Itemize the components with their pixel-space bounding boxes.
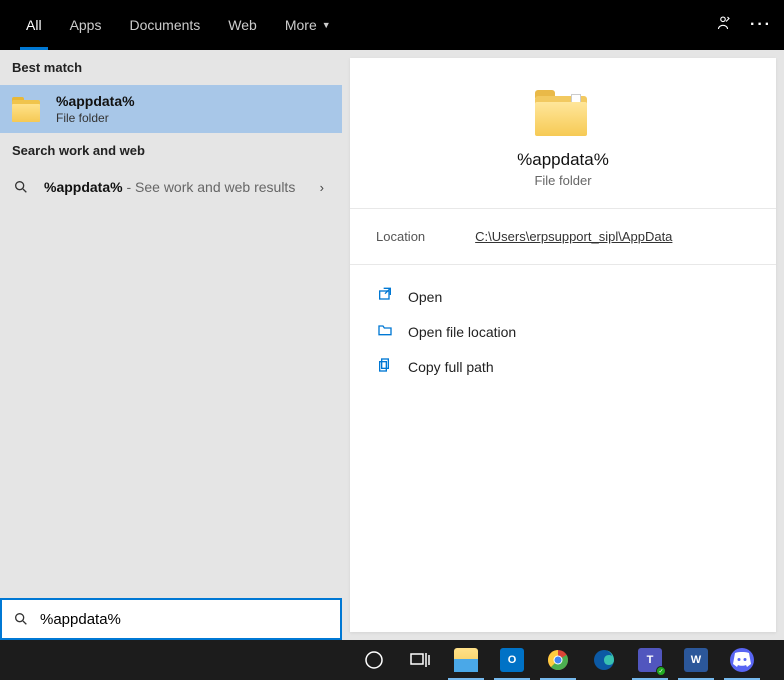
taskbar-word[interactable]: W [674, 640, 718, 680]
folder-icon-large [535, 88, 591, 136]
main-content: Best match %appdata% File folder Search … [0, 50, 784, 640]
best-match-result[interactable]: %appdata% File folder [0, 85, 342, 133]
result-subtitle: File folder [56, 111, 135, 125]
taskbar-discord[interactable] [720, 640, 764, 680]
taskbar: O T ✓ W [0, 640, 784, 680]
location-label: Location [376, 229, 425, 244]
actions-list: Open Open file location Copy full path [350, 265, 776, 398]
result-text: %appdata% File folder [56, 93, 135, 125]
search-tabs-bar: All Apps Documents Web More▼ ··· [0, 0, 784, 50]
search-box[interactable] [0, 598, 342, 640]
action-open-location[interactable]: Open file location [368, 314, 758, 349]
web-search-result[interactable]: %appdata% - See work and web results › [0, 168, 342, 206]
preview-card: %appdata% File folder Location C:\Users\… [350, 58, 776, 632]
tab-apps[interactable]: Apps [56, 0, 116, 50]
preview-column: %appdata% File folder Location C:\Users\… [342, 50, 784, 640]
search-icon [12, 178, 30, 196]
tabs-left-group: All Apps Documents Web More▼ [12, 0, 345, 50]
best-match-header: Best match [0, 50, 342, 85]
tabs-right-group: ··· [714, 14, 772, 37]
folder-icon [12, 96, 42, 122]
results-column: Best match %appdata% File folder Search … [0, 50, 342, 640]
taskbar-teams[interactable]: T ✓ [628, 640, 672, 680]
location-row: Location C:\Users\erpsupport_sipl\AppDat… [350, 209, 776, 265]
copy-icon [376, 357, 394, 376]
taskbar-file-explorer[interactable] [444, 640, 488, 680]
tab-all[interactable]: All [12, 0, 56, 50]
taskbar-edge[interactable] [582, 640, 626, 680]
web-result-text: %appdata% - See work and web results [44, 179, 295, 195]
action-copy-path[interactable]: Copy full path [368, 349, 758, 384]
open-icon [376, 287, 394, 306]
preview-subtitle: File folder [350, 173, 776, 188]
folder-open-icon [376, 322, 394, 341]
action-copy-path-label: Copy full path [408, 359, 494, 375]
status-badge-icon: ✓ [656, 666, 666, 676]
feedback-icon[interactable] [714, 14, 732, 37]
taskbar-outlook[interactable]: O [490, 640, 534, 680]
tab-web[interactable]: Web [214, 0, 271, 50]
preview-title: %appdata% [350, 150, 776, 170]
taskbar-cortana[interactable] [352, 640, 396, 680]
tab-more[interactable]: More▼ [271, 0, 345, 50]
search-input[interactable] [40, 611, 330, 628]
chevron-down-icon: ▼ [322, 20, 331, 30]
result-title: %appdata% [56, 93, 135, 109]
search-work-web-header: Search work and web [0, 133, 342, 168]
action-open[interactable]: Open [368, 279, 758, 314]
more-options-icon[interactable]: ··· [750, 16, 772, 34]
tab-documents[interactable]: Documents [115, 0, 214, 50]
taskbar-task-view[interactable] [398, 640, 442, 680]
action-open-label: Open [408, 289, 442, 305]
location-path[interactable]: C:\Users\erpsupport_sipl\AppData [475, 229, 672, 244]
taskbar-chrome[interactable] [536, 640, 580, 680]
action-open-location-label: Open file location [408, 324, 516, 340]
chevron-right-icon: › [320, 180, 324, 195]
preview-header: %appdata% File folder [350, 58, 776, 209]
search-icon [12, 610, 30, 628]
